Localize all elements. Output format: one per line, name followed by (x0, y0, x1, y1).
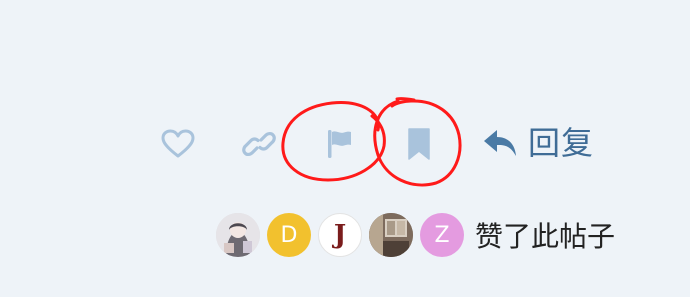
bookmark-icon (408, 128, 430, 160)
anime-avatar-icon (216, 213, 260, 257)
share-link-button[interactable] (237, 122, 281, 166)
like-button[interactable] (156, 122, 200, 166)
likers-row: D J Z 赞了此帖子 (216, 212, 615, 258)
avatar[interactable] (369, 213, 413, 257)
post-footer: 回复 D J Z 赞了此帖子 (0, 0, 690, 297)
avatar[interactable]: J (318, 213, 362, 257)
reply-arrow-icon (484, 130, 516, 156)
reply-label: 回复 (528, 124, 595, 162)
bookmark-button[interactable] (397, 122, 441, 166)
room-photo-avatar-icon (369, 213, 413, 257)
avatar-letter: Z (434, 222, 450, 248)
reply-button[interactable]: 回复 (482, 118, 594, 168)
flag-button[interactable] (318, 122, 362, 166)
link-icon (242, 131, 276, 157)
avatar[interactable] (216, 213, 260, 257)
flag-icon (328, 130, 351, 158)
annotation-circle-bookmark-tail (395, 97, 416, 102)
liked-post-text: 赞了此帖子 (475, 220, 616, 253)
avatar-letter: J (333, 220, 347, 250)
avatar[interactable]: Z (420, 213, 464, 257)
avatar[interactable]: D (267, 213, 311, 257)
avatar-letter: D (280, 222, 298, 248)
heart-icon (161, 129, 195, 158)
